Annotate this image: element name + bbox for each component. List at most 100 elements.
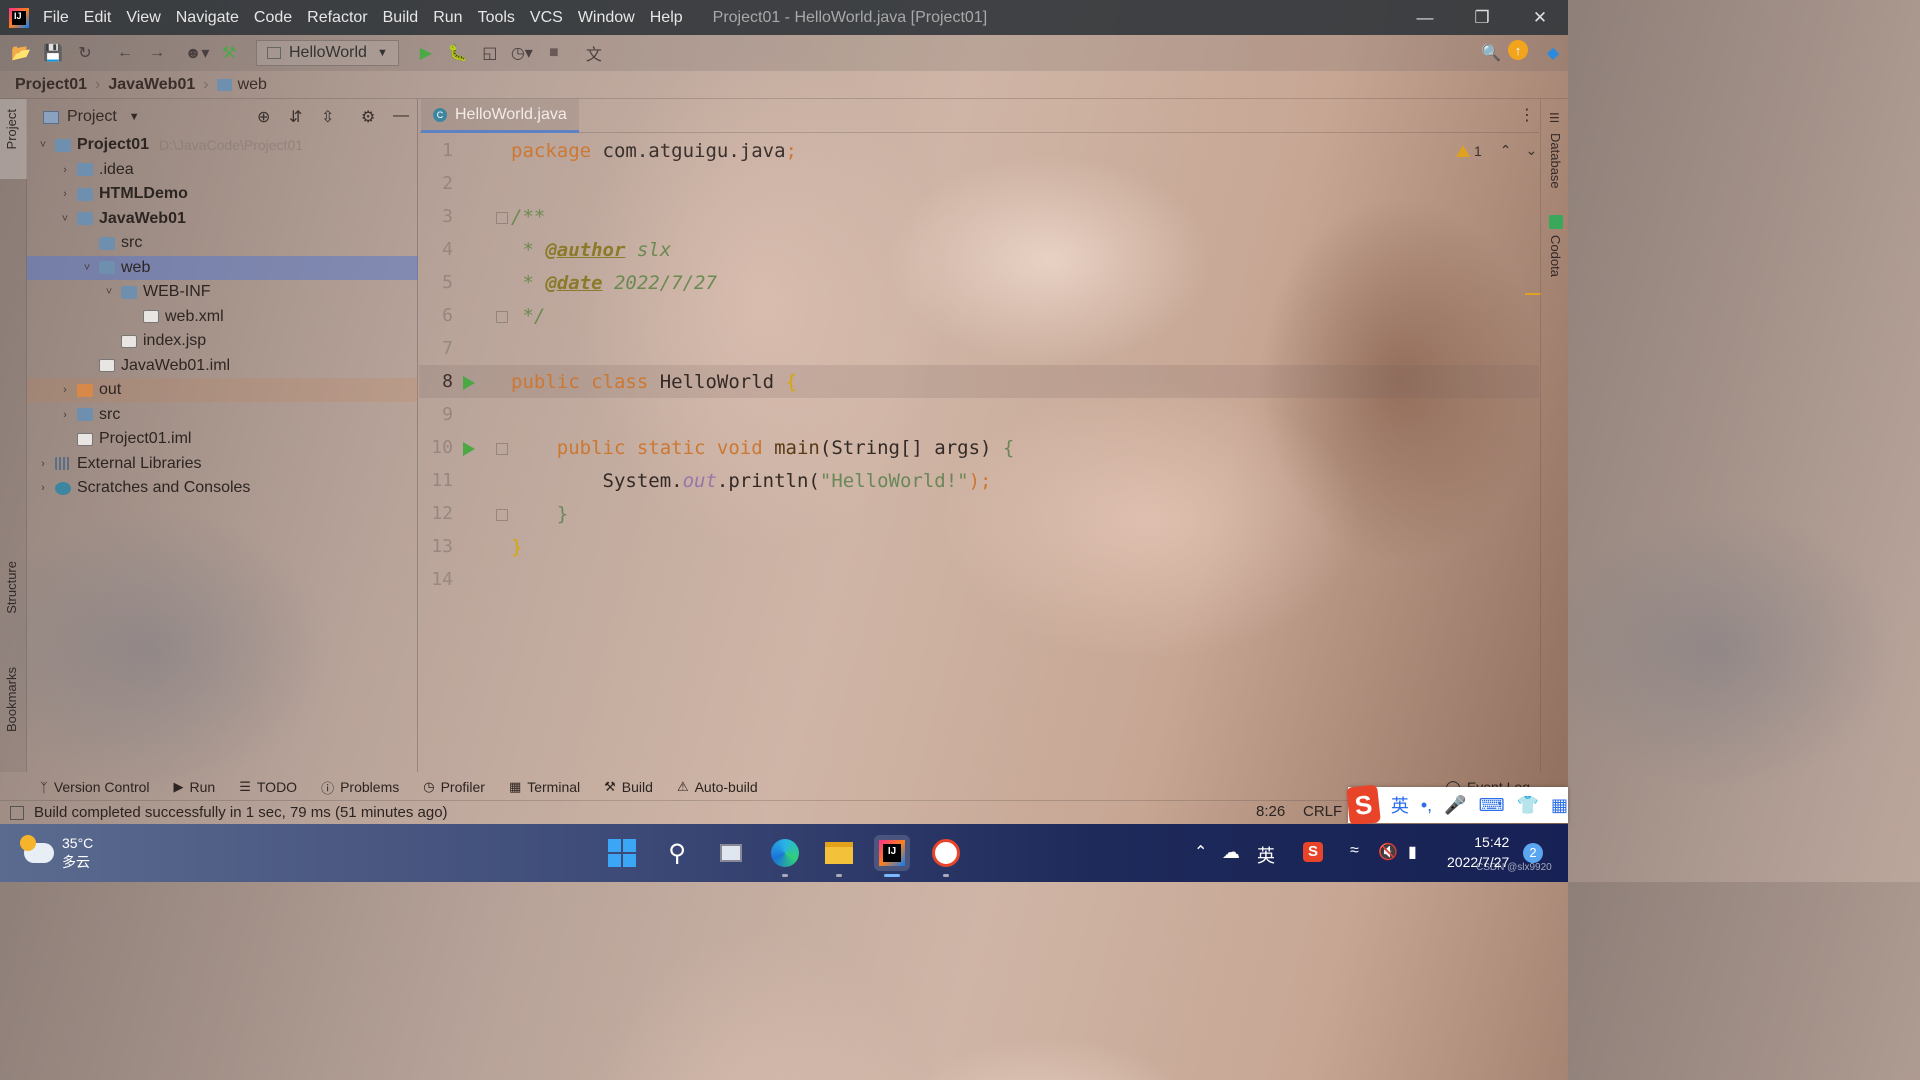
tree-item-javaweb01-iml[interactable]: JavaWeb01.iml — [27, 354, 418, 378]
tree-item-src[interactable]: › src — [27, 403, 418, 427]
skin-icon[interactable]: 👕 — [1517, 795, 1539, 816]
update-icon[interactable]: ↑ — [1508, 40, 1528, 60]
coverage-icon[interactable]: ◱ — [477, 40, 503, 66]
tab-version-control[interactable]: ᛉ Version Control — [40, 779, 150, 795]
open-folder-icon[interactable]: 📂 — [8, 40, 34, 66]
chevron-right-icon[interactable]: › — [57, 409, 73, 421]
line-number[interactable]: 7 — [427, 338, 453, 359]
minimize-button[interactable]: — — [1397, 0, 1453, 35]
chevron-right-icon[interactable]: › — [35, 482, 51, 494]
chevron-down-icon[interactable]: ˅ — [57, 213, 73, 225]
tab-terminal[interactable]: ▦ Terminal — [509, 779, 580, 795]
line-number[interactable]: 3 — [427, 206, 453, 227]
file-explorer-icon[interactable] — [821, 835, 857, 871]
build-hammer-icon[interactable]: ⚒ — [216, 40, 242, 66]
volume-muted-icon[interactable]: 🔇 — [1378, 842, 1398, 862]
line-separator[interactable]: CRLF — [1303, 803, 1342, 820]
chevron-right-icon[interactable]: › — [57, 188, 73, 200]
toolbox-icon[interactable]: ▦ — [1551, 795, 1568, 816]
chevron-right-icon[interactable]: › — [35, 458, 51, 470]
tab-build[interactable]: ⚒ Build — [604, 779, 653, 795]
breadcrumb-item-project01[interactable]: Project01 — [15, 76, 87, 94]
chevron-right-icon[interactable]: › — [57, 164, 73, 176]
menu-window[interactable]: Window — [578, 9, 635, 27]
tree-item-web-inf[interactable]: ˅ WEB-INF — [27, 280, 418, 304]
microphone-icon[interactable]: 🎤 — [1444, 795, 1466, 816]
tree-item-external-libraries[interactable]: › External Libraries — [27, 452, 418, 476]
collapse-all-icon[interactable]: ⇳ — [321, 107, 334, 127]
expand-all-icon[interactable]: ⇵ — [289, 107, 302, 127]
menu-edit[interactable]: Edit — [84, 9, 112, 27]
notification-badge[interactable]: 2 — [1523, 843, 1543, 863]
onedrive-cloud-icon[interactable]: ☁ — [1222, 842, 1240, 863]
search-icon[interactable]: 🔍 — [1478, 40, 1504, 66]
database-tab-label[interactable]: Database — [1548, 133, 1563, 189]
structure-tab-label[interactable]: Structure — [4, 561, 19, 614]
restore-button[interactable]: ❐ — [1454, 0, 1510, 35]
codota-tab-label[interactable]: Codota — [1548, 235, 1563, 277]
profile-icon[interactable]: ◷▾ — [509, 40, 535, 66]
inspection-widget[interactable]: 1 ⌃ ⌄ — [1456, 142, 1537, 159]
weather-widget[interactable]: 35°C 多云 — [20, 834, 93, 872]
sogou-logo-icon[interactable]: S — [1346, 784, 1381, 826]
menu-view[interactable]: View — [126, 9, 160, 27]
code-editor[interactable]: package com.atguigu.java; /** * @author … — [497, 135, 1527, 772]
tree-item-web-xml[interactable]: web.xml — [27, 305, 418, 329]
tree-item-project01[interactable]: ˅ Project01 D:\JavaCode\Project01 — [27, 133, 418, 157]
tab-problems[interactable]: ⓘ Problems — [321, 778, 399, 797]
project-tab-label[interactable]: Project — [4, 109, 19, 149]
run-config-select[interactable]: HelloWorld ▼ — [256, 40, 399, 66]
chevron-down-icon[interactable]: ⌄ — [1526, 142, 1538, 159]
chevron-down-icon[interactable]: ˅ — [35, 139, 51, 151]
tab-run[interactable]: ▶ Run — [174, 779, 216, 795]
user-icon[interactable]: ☻▾ — [184, 40, 210, 66]
tree-item-project01-iml[interactable]: Project01.iml — [27, 427, 418, 451]
menu-code[interactable]: Code — [254, 9, 292, 27]
menu-build[interactable]: Build — [383, 9, 419, 27]
task-view-icon[interactable] — [713, 835, 749, 871]
tool-windows-toggle-icon[interactable] — [10, 805, 24, 820]
plugin-icon[interactable]: ◆ — [1540, 40, 1566, 66]
breadcrumb-item-javaweb01[interactable]: JavaWeb01 — [108, 76, 195, 94]
close-button[interactable]: ✕ — [1512, 0, 1568, 35]
chevron-down-icon[interactable]: ˅ — [79, 262, 95, 274]
line-number[interactable]: 11 — [427, 470, 453, 491]
line-number[interactable]: 4 — [427, 239, 453, 260]
menu-vcs[interactable]: VCS — [530, 9, 563, 27]
tree-item-idea[interactable]: › .idea — [27, 158, 418, 182]
tab-todo[interactable]: ☰ TODO — [239, 779, 297, 795]
edge-browser-icon[interactable] — [767, 835, 803, 871]
sogou-tray-icon[interactable]: S — [1303, 842, 1323, 862]
line-number[interactable]: 2 — [427, 173, 453, 194]
keyboard-icon[interactable]: ⌨ — [1479, 795, 1505, 816]
tab-auto-build[interactable]: ⚠ Auto-build — [677, 779, 758, 795]
stop-icon[interactable]: ■ — [541, 40, 567, 66]
punctuation-icon[interactable]: •, — [1421, 795, 1432, 816]
intellij-taskbar-icon[interactable]: IJ — [874, 835, 910, 871]
menu-navigate[interactable]: Navigate — [176, 9, 239, 27]
line-number[interactable]: 5 — [427, 272, 453, 293]
tree-item-src[interactable]: src — [27, 231, 418, 255]
caret-position[interactable]: 8:26 — [1256, 803, 1285, 820]
more-options-icon[interactable]: ⋮ — [1519, 105, 1535, 125]
search-icon[interactable]: ⚲ — [659, 835, 695, 871]
run-gutter-icon[interactable] — [463, 376, 475, 390]
tree-item-javaweb01[interactable]: ˅ JavaWeb01 — [27, 207, 418, 231]
debug-icon[interactable]: 🐛 — [445, 40, 471, 66]
tree-item-web[interactable]: ˅ web — [27, 255, 418, 280]
intellij-logo-icon[interactable]: IJ — [9, 7, 29, 28]
tray-language[interactable]: 英 — [1257, 842, 1275, 868]
line-number[interactable]: 8 — [427, 371, 453, 392]
menu-refactor[interactable]: Refactor — [307, 9, 367, 27]
tree-item-htmldemo[interactable]: › HTMLDemo — [27, 182, 418, 206]
tree-item-scratches-and-consoles[interactable]: › Scratches and Consoles — [27, 476, 418, 500]
chevron-right-icon[interactable]: › — [57, 384, 73, 396]
project-view-title[interactable]: Project — [67, 108, 117, 126]
menu-run[interactable]: Run — [433, 9, 462, 27]
menu-file[interactable]: File — [43, 9, 69, 27]
chevron-down-icon[interactable]: ▼ — [129, 111, 140, 123]
tab-helloworld-java[interactable]: C HelloWorld.java — [421, 99, 579, 133]
forward-icon[interactable]: → — [144, 40, 170, 66]
line-number[interactable]: 10 — [427, 437, 453, 458]
ime-language[interactable]: 英 — [1391, 792, 1409, 818]
